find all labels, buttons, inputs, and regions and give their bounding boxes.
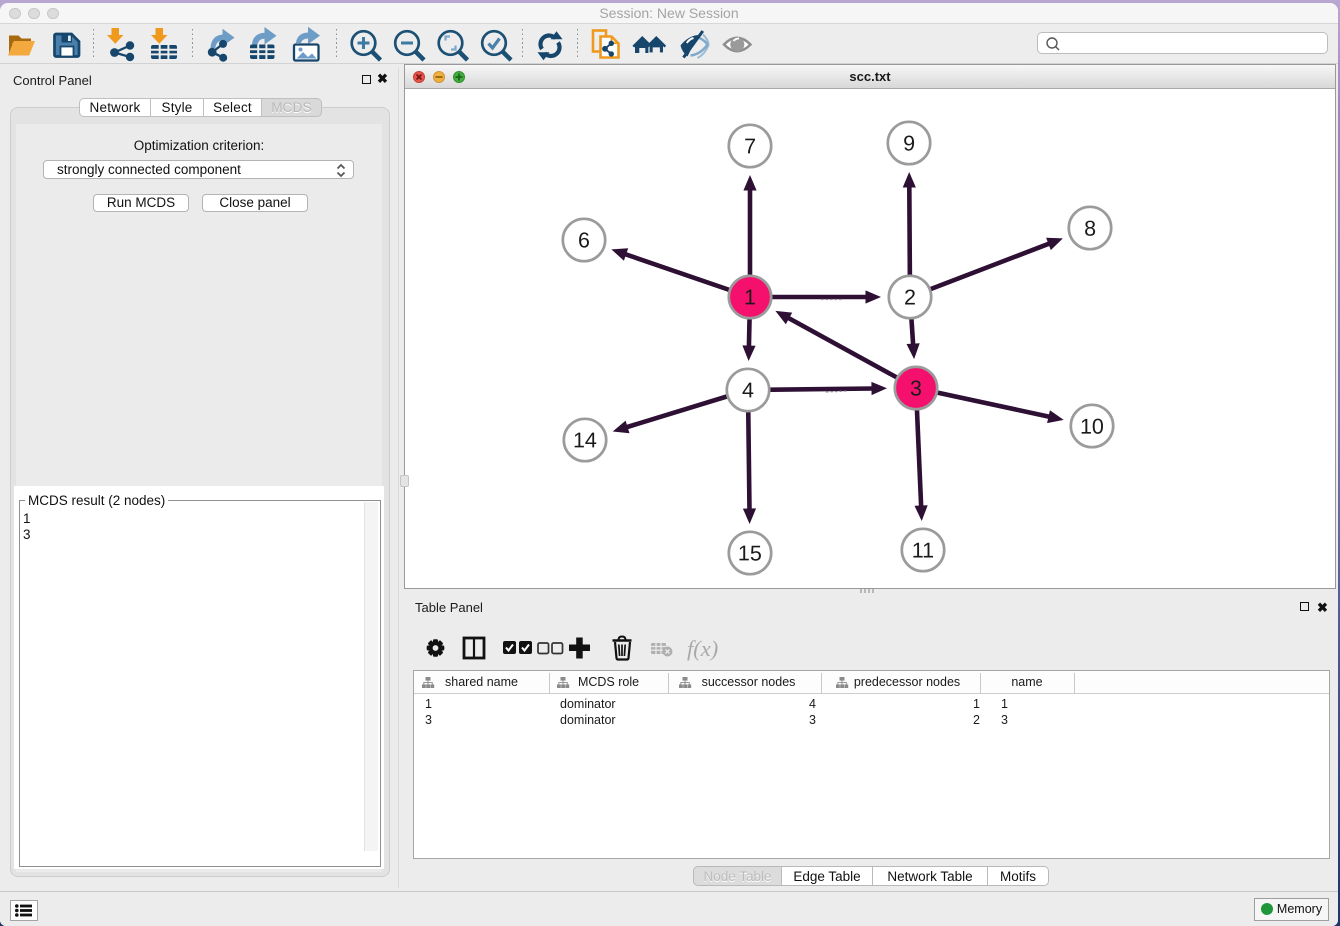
svg-text:7: 7 xyxy=(744,134,756,158)
svg-text:2: 2 xyxy=(904,286,916,310)
svg-text:3: 3 xyxy=(910,377,922,401)
svg-text:f(x): f(x) xyxy=(687,636,718,661)
svg-text:4: 4 xyxy=(742,378,754,402)
svg-text:14: 14 xyxy=(573,428,597,452)
svg-text:15: 15 xyxy=(738,541,762,565)
svg-text:8: 8 xyxy=(1084,217,1096,241)
svg-text:11: 11 xyxy=(912,539,934,563)
svg-text:1: 1 xyxy=(744,285,756,309)
svg-text:6: 6 xyxy=(578,228,590,252)
svg-text:10: 10 xyxy=(1080,415,1104,439)
svg-text:9: 9 xyxy=(903,132,915,156)
